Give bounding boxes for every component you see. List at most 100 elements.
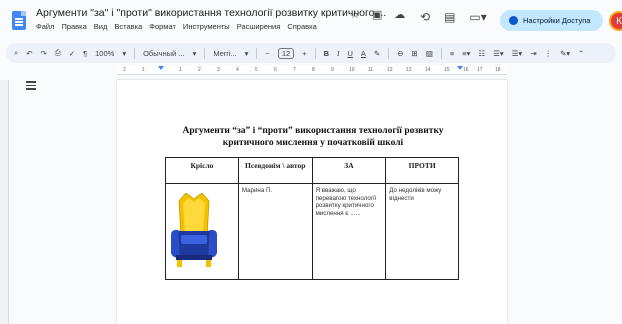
image-icon[interactable]: ▨: [426, 49, 433, 58]
link-icon[interactable]: ⊖: [397, 49, 403, 58]
toolbar-divider: [134, 47, 136, 59]
formatting-toolbar: ⌕ ↶ ↷ ⎙ ✓ ¶ 100% ▾ Обычный ... ▾ Merri..…: [6, 43, 616, 63]
move-folder-icon[interactable]: ▣: [372, 8, 382, 21]
armchair-image: [171, 192, 217, 267]
ruler-number: 17: [477, 67, 483, 73]
decrease-font-size-icon[interactable]: −: [265, 49, 269, 58]
ruler-number: 15: [444, 67, 450, 73]
pro-cell[interactable]: Я вважаю, що перевагою технології розвит…: [311, 183, 387, 280]
menu-item-insert[interactable]: Вставка: [114, 22, 142, 31]
ruler-number: 2: [198, 67, 201, 73]
toolbar-divider: [440, 47, 442, 59]
underline-button[interactable]: U: [347, 49, 352, 58]
table-row: Марина П. Я вважаю, що перевагою техноло…: [165, 183, 459, 280]
increase-font-size-icon[interactable]: +: [302, 49, 306, 58]
text-color-button[interactable]: A: [361, 49, 366, 58]
table-header-row: Крісло Псевдонім \ автор ЗА ПРОТИ: [165, 157, 459, 184]
bold-button[interactable]: B: [324, 49, 329, 58]
ruler-number: 2: [123, 67, 126, 73]
table-header-cell[interactable]: ПРОТИ: [385, 157, 459, 184]
title-icons: ☆ ▣ ☁: [350, 8, 405, 21]
font-size-input[interactable]: 12: [277, 47, 295, 59]
left-indent-marker[interactable]: [158, 66, 164, 70]
document-outline-icon[interactable]: [26, 81, 36, 90]
menu-item-view[interactable]: Вид: [94, 22, 108, 31]
star-icon[interactable]: ☆: [350, 8, 360, 21]
ruler-number: 10: [349, 67, 355, 73]
history-icon[interactable]: ⟲: [420, 10, 430, 24]
indent-icon[interactable]: ⇥: [530, 49, 536, 58]
font-dropdown-icon[interactable]: ▾: [245, 49, 249, 58]
zoom-dropdown-icon[interactable]: ▾: [122, 49, 126, 58]
zoom-select[interactable]: 100%: [95, 49, 114, 58]
toolbar-divider: [388, 47, 390, 59]
chair-cell[interactable]: [165, 183, 239, 280]
align-icon[interactable]: ≡: [450, 49, 454, 58]
comments-icon[interactable]: ▤: [444, 10, 455, 24]
ruler-number: 8: [312, 67, 315, 73]
menu-item-edit[interactable]: Правка: [61, 22, 86, 31]
collapse-toolbar-icon[interactable]: ⌃: [578, 49, 584, 58]
toolbar-divider: [204, 47, 206, 59]
document-title[interactable]: Аргументи "за" і "проти" використання те…: [36, 7, 386, 19]
ruler-number: 9: [331, 67, 334, 73]
highlight-icon[interactable]: ✎: [374, 49, 380, 58]
docs-logo-icon[interactable]: [12, 11, 26, 30]
docs-window: Аргументи "за" і "проти" використання те…: [0, 0, 622, 324]
undo-icon[interactable]: ↶: [26, 49, 32, 58]
ruler-number: 11: [368, 67, 374, 73]
menu-item-format[interactable]: Формат: [149, 22, 176, 31]
cloud-status-icon[interactable]: ☁: [394, 8, 405, 21]
ruler-number: 1: [142, 67, 145, 73]
search-menus-icon[interactable]: ⌕: [14, 48, 18, 58]
comment-icon[interactable]: ⊞: [412, 49, 418, 58]
italic-button[interactable]: I: [337, 49, 340, 58]
menu-bar: Файл Правка Вид Вставка Формат Инструмен…: [36, 22, 317, 31]
menu-item-help[interactable]: Справка: [287, 22, 316, 31]
con-cell[interactable]: До недоліків можу віднести: [385, 183, 459, 280]
paint-format-icon[interactable]: ¶: [83, 49, 87, 58]
spellcheck-icon[interactable]: ✓: [69, 49, 75, 58]
print-icon[interactable]: ⎙: [55, 48, 61, 58]
avatar[interactable]: К: [609, 11, 622, 31]
checklist-icon[interactable]: ☷: [478, 49, 485, 58]
arguments-table[interactable]: Крісло Псевдонім \ автор ЗА ПРОТИ Марина…: [165, 157, 459, 280]
font-select[interactable]: Merri...: [213, 49, 236, 58]
menu-item-extensions[interactable]: Расширения: [237, 22, 281, 31]
menu-item-file[interactable]: Файл: [36, 22, 54, 31]
redo-icon[interactable]: ↷: [41, 49, 47, 58]
numbered-list-icon[interactable]: ☰▾: [512, 49, 523, 58]
table-header-cell[interactable]: Крісло: [165, 157, 239, 184]
table-header-cell[interactable]: ЗА: [311, 157, 387, 184]
title-bar: Аргументи "за" і "проти" використання те…: [0, 0, 622, 40]
ruler-number: 7: [293, 67, 296, 73]
ruler-number: 3: [217, 67, 220, 73]
meet-icon[interactable]: ▭▾: [469, 10, 486, 24]
ruler-number: 12: [387, 67, 393, 73]
share-button[interactable]: Настройки Доступа: [500, 10, 603, 31]
line-spacing-icon[interactable]: ≡▾: [462, 49, 470, 58]
vertical-ruler[interactable]: [0, 80, 9, 324]
bullet-list-icon[interactable]: ☰▾: [493, 49, 504, 58]
ruler-number: 5: [255, 67, 258, 73]
horizontal-ruler[interactable]: 2 1 1 2 3 4 5 6 7 8 9 10 11 12 13 14 15 …: [117, 66, 507, 75]
style-dropdown-icon[interactable]: ▾: [193, 49, 197, 58]
ruler-number: 16: [463, 67, 469, 73]
ruler-number: 13: [406, 67, 412, 73]
menu-item-tools[interactable]: Инструменты: [183, 22, 230, 31]
ruler-number: 4: [236, 67, 239, 73]
document-heading[interactable]: Аргументи “за” і “проти” використання те…: [157, 125, 469, 149]
toolbar-divider: [256, 47, 258, 59]
header-actions: ⟲ ▤ ▭▾: [420, 10, 487, 24]
document-page[interactable]: Аргументи “за” і “проти” використання те…: [117, 80, 507, 324]
table-header-cell[interactable]: Псевдонім \ автор: [237, 157, 313, 184]
more-icon[interactable]: ⋮: [544, 49, 552, 58]
ruler-number: 1: [179, 67, 182, 73]
author-cell[interactable]: Марина П.: [237, 183, 313, 280]
heading-line-2: критичного мислення у початковій школі: [222, 138, 404, 148]
ruler-number: 6: [274, 67, 277, 73]
editing-mode-icon[interactable]: ✎▾: [560, 49, 570, 58]
style-select[interactable]: Обычный ...: [143, 49, 184, 58]
toolbar-divider: [314, 47, 316, 59]
ruler-number: 14: [425, 67, 431, 73]
